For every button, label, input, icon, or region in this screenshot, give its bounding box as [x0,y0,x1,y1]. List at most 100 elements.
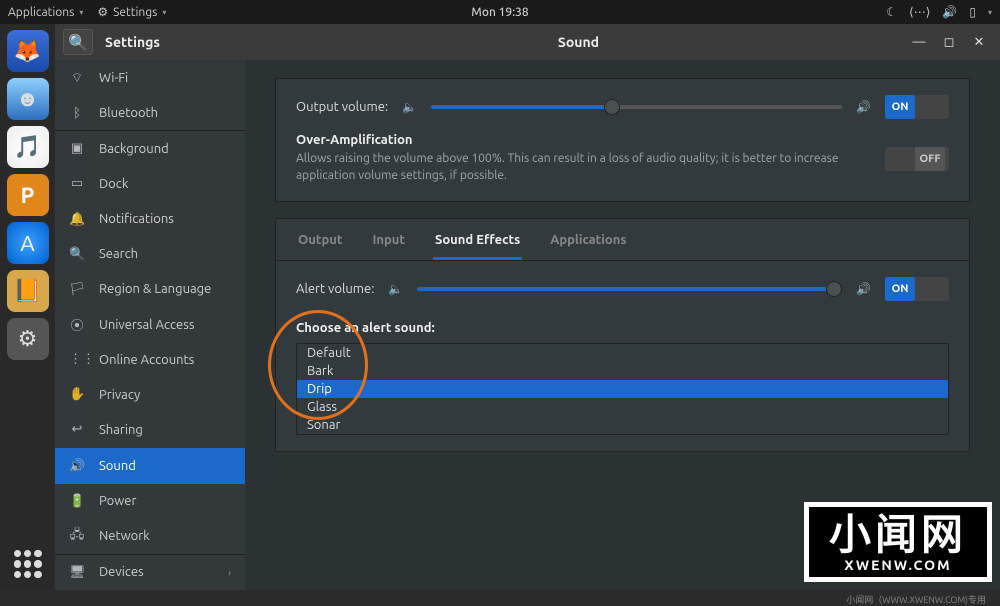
sidebar-item-power[interactable]: 🔋 Power [55,484,245,519]
sidebar-item-region-language[interactable]: 🏳 Region & Language [55,272,245,307]
sidebar-item-label: Privacy [99,388,140,402]
finder-icon[interactable]: ☻ [7,78,49,120]
sidebar-item-privacy[interactable]: ✋ Privacy [55,377,245,412]
universal-access-icon: ⦿ [69,315,85,334]
alert-sound-glass[interactable]: Glass [297,398,948,416]
night-light-icon[interactable]: ☾ [886,5,897,19]
region-icon: 🏳 [69,282,85,297]
alert-sound-list: DefaultBarkDripGlassSonar [296,343,949,435]
overamp-description: Allows raising the volume above 100%. Th… [296,151,856,185]
speaker-high-icon: 🔊 [856,100,871,114]
applications-label: Applications [8,6,74,19]
tabs: Output Input Sound Effects Applications [276,219,969,261]
top-panel: Applications ▾ ⚙ Settings ▾ Mon 19:38 ☾ … [0,0,1000,24]
online-accounts-icon: ⋮⋮ [69,352,85,367]
watermark-small: XWENW.COM [829,557,967,573]
sidebar-item-wi-fi[interactable]: ⌔Wi-Fi [55,60,245,95]
music-icon[interactable]: 🎵 [7,126,49,168]
sidebar-item-universal-access[interactable]: ⦿ Universal Access [55,307,245,342]
drive-icon[interactable]: 📙 [7,270,49,312]
sidebar-item-label: Devices [99,565,144,579]
power-icon: 🔋 [69,494,85,509]
maximize-button[interactable]: ◻ [942,35,956,49]
switch-on-label: ON [885,277,915,301]
search-button[interactable]: 🔍 [63,29,93,55]
output-volume-slider[interactable] [431,105,842,109]
sidebar: ⌔Wi-Fi ᛒ Bluetooth ▣ Background ▭Dock 🔔 Notific… [55,60,245,590]
output-volume-label: Output volume: [296,100,388,114]
wifi-icon: ⌔ [69,70,85,86]
page-title: Sound [245,34,912,50]
sidebar-item-devices[interactable]: 🖥 Devices › [55,555,245,590]
sidebar-item-sharing[interactable]: ↩ Sharing [55,412,245,447]
speaker-high-icon: 🔊 [856,282,871,296]
dock: 🦊 ☻ 🎵 P A 📙 ⚙ [0,24,55,590]
presentation-icon[interactable]: P [7,174,49,216]
minimize-button[interactable]: — [912,35,926,49]
sidebar-item-search[interactable]: 🔍 Search [55,237,245,272]
appstore-icon[interactable]: A [7,222,49,264]
output-volume-panel: Output volume: 🔈 🔊 ON Over-Amplification… [275,78,970,202]
sidebar-item-label: Region & Language [99,282,211,296]
sidebar-item-label: Universal Access [99,318,194,332]
sidebar-item-label: Notifications [99,212,174,226]
watermark-big: 小闻网 [829,513,967,555]
sidebar-item-label: Search [99,247,138,261]
notifications-icon: 🔔 [69,212,85,227]
active-app-menu[interactable]: ⚙ Settings ▾ [97,5,166,19]
tab-output[interactable]: Output [296,223,344,260]
alert-sound-default[interactable]: Default [297,344,948,362]
active-app-label: Settings [113,6,157,19]
alert-volume-switch[interactable]: ON [885,277,949,301]
sidebar-item-label: Power [99,494,136,508]
overamp-switch[interactable]: OFF [885,147,949,171]
chevron-down-icon: ▾ [79,8,83,17]
tab-input[interactable]: Input [370,223,407,260]
overamp-title: Over-Amplification [296,133,949,147]
alert-sound-sonar[interactable]: Sonar [297,416,948,434]
volume-tray-icon[interactable]: 🔊 [942,5,957,19]
firefox-icon[interactable]: 🦊 [7,30,49,72]
settings-dock-icon[interactable]: ⚙ [7,318,49,360]
output-volume-switch[interactable]: ON [885,95,949,119]
tab-sound-effects[interactable]: Sound Effects [433,223,522,260]
sidebar-item-background[interactable]: ▣ Background [55,131,245,166]
privacy-icon: ✋ [69,387,85,402]
sidebar-item-label: Sharing [99,423,143,437]
background-icon: ▣ [69,141,85,156]
sidebar-item-label: Dock [99,177,128,191]
sidebar-item-notifications[interactable]: 🔔 Notifications [55,202,245,237]
tab-applications[interactable]: Applications [548,223,628,260]
sharing-icon: ↩ [69,422,85,437]
sidebar-item-label: Background [99,142,169,156]
system-menu-toggle[interactable]: ▾ [988,8,992,17]
applications-menu[interactable]: Applications ▾ [8,6,83,19]
sidebar-item-label: Bluetooth [99,106,158,120]
choose-sound-label: Choose an alert sound: [296,321,949,335]
sidebar-item-dock[interactable]: ▭Dock [55,166,245,201]
bluetooth-icon: ᛒ [69,106,85,120]
watermark-footer: 小闻网（WWW.XWENW.COM)专用 [846,593,986,606]
search-icon: 🔍 [69,247,85,262]
chevron-right-icon: › [228,567,231,578]
battery-tray-icon[interactable]: ▯ [969,5,976,19]
network-icon: 🖧 [69,525,85,547]
clock[interactable]: Mon 19:38 [471,6,528,19]
alert-volume-slider[interactable] [417,287,842,291]
devices-icon: 🖥 [69,565,85,580]
sidebar-item-online-accounts[interactable]: ⋮⋮Online Accounts [55,342,245,377]
close-button[interactable]: ✕ [972,35,986,49]
sidebar-item-sound[interactable]: 🔊Sound [55,448,245,483]
titlebar: 🔍 Settings Sound — ◻ ✕ [55,24,1000,60]
sidebar-item-bluetooth[interactable]: ᛒ Bluetooth [55,95,245,130]
sidebar-title: Settings [105,34,160,50]
alert-sound-bark[interactable]: Bark [297,362,948,380]
network-tray-icon[interactable]: ⟨⋯⟩ [909,5,930,19]
show-applications[interactable] [10,546,46,582]
speaker-low-icon: 🔈 [388,282,403,296]
alert-sound-drip[interactable]: Drip [297,380,948,398]
chevron-down-icon: ▾ [162,8,166,17]
search-icon: 🔍 [68,33,88,52]
switch-on-label: ON [885,95,915,119]
sidebar-item-network[interactable]: 🖧Network [55,519,245,554]
